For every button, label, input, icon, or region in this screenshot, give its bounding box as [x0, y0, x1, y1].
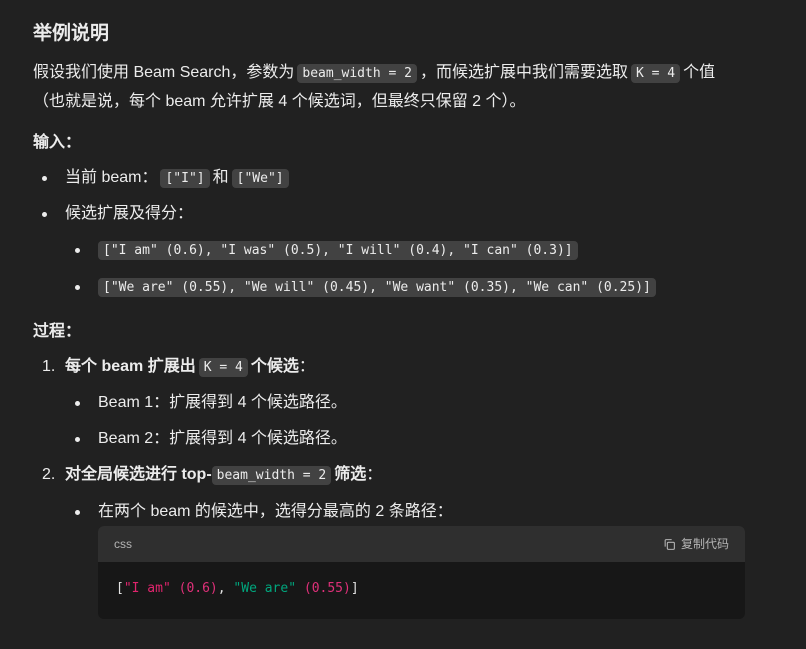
intro-text-a: 假设我们使用 Beam Search，参数为	[33, 64, 295, 81]
code-block-header: css 复制代码	[98, 526, 745, 562]
inline-code-k: K = 4	[630, 64, 681, 83]
code-token: "I am"	[123, 581, 171, 596]
step-1: 每个 beam 扩展出 K = 4 个候选：	[65, 355, 315, 379]
code-token: "We are"	[233, 581, 297, 596]
list-item-cand-1: ["I am" (0.6), "I was" (0.5), "I will" (…	[98, 238, 581, 262]
list-item-cand-2: ["We are" (0.55), "We will" (0.45), "We …	[98, 275, 659, 299]
input-heading: 输入：	[33, 134, 82, 151]
inline-code-beam-i: ["I"]	[160, 169, 210, 188]
step-2-text-b: 筛选	[334, 466, 367, 483]
code-token: [	[116, 581, 124, 596]
and-text: 和	[212, 169, 229, 186]
copy-code-label: 复制代码	[680, 537, 729, 551]
bullet-dot	[75, 248, 80, 253]
chat-message-content: 举例说明 假设我们使用 Beam Search，参数为 beam_width = …	[0, 0, 806, 649]
code-token: ,	[217, 581, 226, 596]
current-beam-label: 当前 beam：	[65, 169, 158, 186]
list-item-beam-1: Beam 1：扩展得到 4 个候选路径。	[98, 394, 347, 411]
inline-code-k: K = 4	[198, 358, 248, 377]
bullet-dot	[75, 401, 80, 406]
step-2-colon: ：	[366, 466, 383, 483]
code-token: (0.55)	[303, 581, 351, 596]
intro-line-1: 假设我们使用 Beam Search，参数为 beam_width = 2 ，而候选…	[33, 61, 715, 85]
inline-code-beam-width: beam_width = 2	[211, 466, 332, 485]
intro-text-b: ，而候选扩展中我们需要选取	[419, 64, 628, 81]
inline-code-candidates-i: ["I am" (0.6), "I was" (0.5), "I will" (…	[98, 241, 578, 260]
step-1-text-a: 每个 beam 扩展出	[65, 358, 196, 375]
code-language-label: css	[114, 537, 132, 551]
step-1-number: 1.	[42, 358, 56, 375]
bullet-dot	[75, 285, 80, 290]
code-block: css 复制代码 ["I am" (0.6), "We are" (0.55)]	[98, 526, 745, 619]
inline-code-candidates-we: ["We are" (0.55), "We will" (0.45), "We …	[98, 278, 656, 297]
inline-code-beam-we: ["We"]	[231, 169, 289, 188]
list-item-current-beam: 当前 beam： ["I"] 和 ["We"]	[65, 166, 292, 190]
list-item-candidates: 候选扩展及得分：	[65, 205, 194, 222]
step-1-text-b: 个候选	[250, 358, 299, 375]
inline-code-beam-width: beam_width = 2	[297, 64, 417, 83]
copy-code-button[interactable]: 复制代码	[663, 535, 729, 553]
step-2-text-a: 对全局候选进行 top-	[65, 466, 212, 483]
code-content: ["I am" (0.6), "We are" (0.55)]	[98, 562, 745, 616]
list-item-beam-2: Beam 2：扩展得到 4 个候选路径。	[98, 430, 347, 447]
list-item-select: 在两个 beam 的候选中，选得分最高的 2 条路径：	[98, 503, 453, 520]
bullet-dot	[75, 437, 80, 442]
process-heading: 过程：	[33, 323, 82, 340]
step-1-colon: ：	[298, 358, 315, 375]
bullet-dot	[75, 510, 80, 515]
section-title: 举例说明	[33, 23, 110, 44]
bullet-dot	[42, 212, 47, 217]
bullet-dot	[42, 176, 47, 181]
intro-line-2: （也就是说，每个 beam 允许扩展 4 个候选词，但最终只保留 2 个）。	[33, 93, 526, 110]
intro-text-c: 个值	[683, 64, 716, 81]
step-2-number: 2.	[42, 466, 56, 483]
step-2: 对全局候选进行 top-beam_width = 2 筛选：	[65, 463, 382, 487]
code-token: (0.6)	[178, 581, 218, 596]
code-token: ]	[350, 581, 359, 596]
copy-icon	[664, 538, 675, 550]
